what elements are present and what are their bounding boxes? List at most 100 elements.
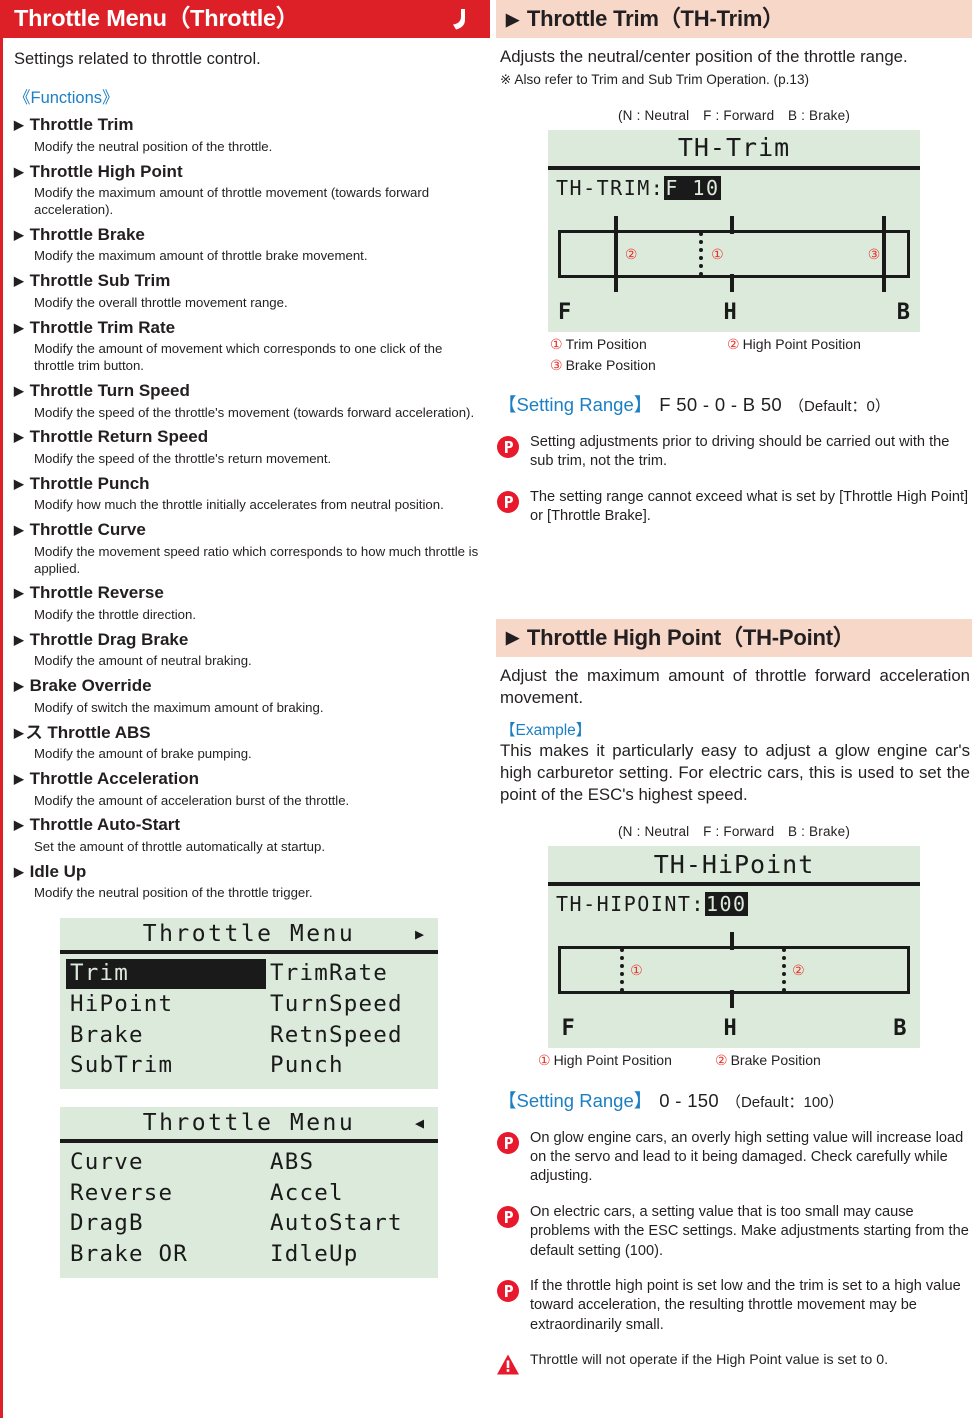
function-desc: Modify the maximum amount of throttle br… bbox=[34, 248, 368, 264]
legend-num-1: ① bbox=[550, 335, 563, 352]
function-title-row: ▶ Throttle High Point bbox=[14, 159, 484, 185]
lcd-menu-item-brake-or[interactable]: Brake OR bbox=[66, 1240, 266, 1270]
function-desc: Modify the maximum amount of throttle mo… bbox=[34, 185, 430, 218]
bullet-triangle-icon: ▶ bbox=[14, 725, 24, 740]
lcd-trim-value-row: TH-TRIM: F 10 bbox=[548, 170, 920, 204]
hipoint-legend-item: ② Brake Position bbox=[715, 1051, 821, 1069]
function-desc: Modify the speed of the throttle's retur… bbox=[34, 450, 332, 466]
bullet-triangle-icon: ▶ bbox=[14, 679, 24, 694]
function-title-row: ▶ Throttle Drag Brake bbox=[14, 627, 484, 653]
setting-range-value: 0 - 150 bbox=[659, 1089, 719, 1111]
lcd-th-hipoint-diagram: TH-HiPoint TH-HIPOINT: 100 ① ② F H B bbox=[548, 846, 920, 1049]
trim-legend-row-2: ③ Brake Position bbox=[496, 356, 972, 374]
function-entry: ▶ Throttle Reverse Modify the throttle d… bbox=[14, 580, 484, 623]
hipoint-nfb-legend: (N : Neutral F : Forward B : Brake) bbox=[617, 824, 851, 840]
lcd-menu-item-trimrate[interactable]: TrimRate bbox=[266, 959, 438, 989]
function-name: Throttle Trim bbox=[29, 115, 134, 135]
lcd-menu-item-reverse[interactable]: Reverse bbox=[66, 1179, 266, 1209]
function-name: Throttle Turn Speed bbox=[29, 381, 190, 400]
legend-text-1: High Point Position bbox=[553, 1052, 672, 1069]
function-name: Throttle Sub Trim bbox=[29, 271, 171, 291]
function-desc: Set the amount of throttle automatically… bbox=[34, 838, 326, 854]
function-name: Throttle Auto-Start bbox=[29, 815, 181, 835]
throttle-trigger-icon bbox=[444, 5, 472, 38]
lcd-hipoint-field-value[interactable]: 100 bbox=[704, 892, 748, 917]
bullet-triangle-icon: ▶ bbox=[14, 523, 24, 538]
lcd-menu-item-turnspeed[interactable]: TurnSpeed bbox=[266, 990, 438, 1020]
function-name: Throttle Acceleration bbox=[29, 769, 200, 789]
function-title-row: ▶ Throttle Auto-Start bbox=[14, 812, 484, 838]
bullet-triangle-icon: ▶ bbox=[14, 476, 24, 491]
lcd-th-trim-diagram: TH-Trim TH-TRIM: F 10 ② ① ③ F H B bbox=[548, 129, 920, 332]
lcd-next-page-arrow-icon[interactable]: ▶ bbox=[415, 925, 424, 943]
function-entry: ▶ Throttle Punch Modify how much the thr… bbox=[14, 471, 484, 514]
point-badge-icon bbox=[496, 1279, 520, 1335]
function-name: Throttle Trim Rate bbox=[29, 317, 176, 337]
trim-axis-forward: F bbox=[558, 299, 572, 325]
function-name: Throttle Reverse bbox=[29, 583, 164, 603]
lcd-prev-page-arrow-icon[interactable]: ◀ bbox=[415, 1114, 424, 1132]
hipoint-range-bar: ① ② bbox=[558, 924, 910, 1016]
lcd-menu-item-autostart[interactable]: AutoStart bbox=[266, 1209, 438, 1239]
left-column: Throttle Menu（Throttle） Settings related… bbox=[0, 0, 490, 1418]
function-title-row: ▶ Idle Up bbox=[14, 859, 484, 885]
lcd-menu-item-trim[interactable]: Trim bbox=[66, 959, 266, 989]
lcd-menu-item-curve[interactable]: Curve bbox=[66, 1148, 266, 1178]
lcd-menu-item-abs[interactable]: ABS bbox=[266, 1148, 438, 1178]
warning-triangle-icon bbox=[496, 1353, 520, 1381]
lcd-menu-item-accel[interactable]: Accel bbox=[266, 1179, 438, 1209]
hipoint-point-note-3: If the throttle high point is set low an… bbox=[496, 1277, 972, 1335]
legend-text-1: Trim Position bbox=[565, 335, 647, 352]
lcd-menu-item-idleup[interactable]: IdleUp bbox=[266, 1240, 438, 1270]
hipoint-point-note-2: On electric cars, a setting value that i… bbox=[496, 1203, 972, 1261]
function-entry: ▶ Throttle Return Speed Modify the speed… bbox=[14, 424, 484, 467]
functions-label: 《Functions》 bbox=[14, 89, 119, 108]
function-title-row: ▶ Throttle Turn Speed bbox=[14, 378, 484, 404]
function-desc: Modify how much the throttle initially a… bbox=[34, 497, 444, 513]
function-desc: Modify the overall throttle movement ran… bbox=[34, 294, 288, 310]
lcd-diagram-title: TH-Trim bbox=[677, 133, 791, 163]
lcd-menu-item-dragb[interactable]: DragB bbox=[66, 1209, 266, 1239]
function-entry: ▶ Throttle High Point Modify the maximum… bbox=[14, 159, 484, 219]
bullet-triangle-icon: ▶ bbox=[14, 274, 24, 289]
lcd-title: Throttle Menu bbox=[142, 1109, 356, 1136]
lcd-hipoint-value-row: TH-HIPOINT: 100 bbox=[548, 886, 920, 920]
function-entry: ▶ Throttle Turn Speed Modify the speed o… bbox=[14, 378, 484, 421]
right-column: ▶ Throttle Trim（TH-Trim） Adjusts the neu… bbox=[490, 0, 976, 1418]
setting-range-label: 【Setting Range】 bbox=[498, 1089, 653, 1111]
trim-reference-note: ※ Also refer to Trim and Sub Trim Operat… bbox=[500, 72, 810, 88]
legend-text-3: Brake Position bbox=[565, 356, 656, 373]
point-badge-icon bbox=[496, 1205, 520, 1261]
trim-marker-2: ② bbox=[624, 245, 638, 262]
lcd-menu-item-punch[interactable]: Punch bbox=[266, 1051, 438, 1081]
point-badge-icon bbox=[496, 435, 520, 472]
lcd-menu-item-subtrim[interactable]: SubTrim bbox=[66, 1051, 266, 1081]
lcd-trim-field-label: TH-TRIM: bbox=[556, 175, 665, 200]
lcd-menu-item-hipoint[interactable]: HiPoint bbox=[66, 990, 266, 1020]
trim-nfb-legend: (N : Neutral F : Forward B : Brake) bbox=[617, 107, 851, 123]
hipoint-position-dotted-tick bbox=[619, 948, 624, 993]
function-desc: Modify the amount of movement which corr… bbox=[34, 341, 443, 374]
point-note-text: The setting range cannot exceed what is … bbox=[530, 488, 969, 525]
lcd-menu-item-brake[interactable]: Brake bbox=[66, 1021, 266, 1051]
trim-neutral-tick-bottom bbox=[730, 273, 735, 292]
legend-num-2: ② bbox=[727, 335, 740, 352]
lcd-menu-item-retnspeed[interactable]: RetnSpeed bbox=[266, 1021, 438, 1051]
function-desc: Modify the amount of brake pumping. bbox=[34, 746, 252, 762]
throttle-high-point-header: ▶ Throttle High Point（TH-Point） bbox=[496, 618, 972, 657]
function-desc: Modify of switch the maximum amount of b… bbox=[34, 699, 324, 715]
function-desc: Modify the movement speed ratio which co… bbox=[34, 543, 479, 576]
function-title-row: ▶ Throttle Brake bbox=[14, 222, 484, 248]
trim-highpoint-tick bbox=[614, 215, 619, 292]
lcd-trim-field-value[interactable]: F 10 bbox=[664, 175, 721, 200]
setting-range-default: （Default：0） bbox=[789, 397, 890, 415]
function-desc: Modify the speed of the throttle's movem… bbox=[34, 404, 475, 420]
legend-num-3: ③ bbox=[550, 356, 563, 373]
trim-description: Adjusts the neutral/center position of t… bbox=[500, 47, 908, 66]
function-entry: ▶ Throttle Auto-Start Set the amount of … bbox=[14, 812, 484, 855]
function-title-row: ▶ Throttle Punch bbox=[14, 471, 484, 497]
intro-text: Settings related to throttle control. bbox=[14, 50, 261, 68]
point-badge-icon bbox=[496, 1131, 520, 1187]
function-entry: ▶ Throttle Brake Modify the maximum amou… bbox=[14, 222, 484, 265]
